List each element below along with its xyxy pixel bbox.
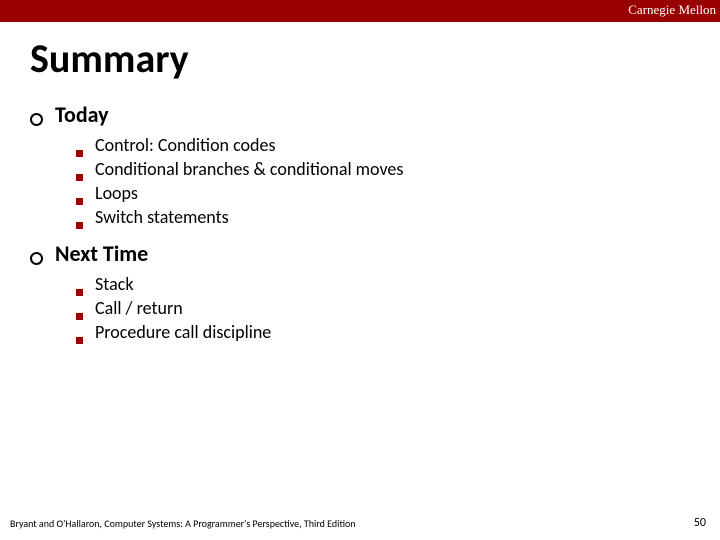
section-items: Control: Condition codes Conditional bra… [76, 134, 720, 228]
header-bar: Carnegie Mellon [0, 0, 720, 22]
square-bullet-icon [76, 174, 83, 181]
section-row: Today [30, 101, 720, 128]
item-text: Loops [95, 182, 138, 204]
slide-title: Summary [30, 34, 720, 83]
list-item: Procedure call discipline [76, 321, 720, 343]
item-text: Conditional branches & conditional moves [95, 158, 403, 180]
section-row: Next Time [30, 240, 720, 267]
item-text: Stack [95, 273, 134, 295]
circle-bullet-icon [30, 252, 43, 265]
page-number: 50 [694, 516, 706, 530]
square-bullet-icon [76, 313, 83, 320]
square-bullet-icon [76, 289, 83, 296]
square-bullet-icon [76, 337, 83, 344]
section-heading: Next Time [55, 240, 148, 267]
list-item: Conditional branches & conditional moves [76, 158, 720, 180]
square-bullet-icon [76, 222, 83, 229]
item-text: Control: Condition codes [95, 134, 276, 156]
org-label: Carnegie Mellon [628, 2, 716, 18]
square-bullet-icon [76, 198, 83, 205]
circle-bullet-icon [30, 113, 43, 126]
list-item: Call / return [76, 297, 720, 319]
section-items: Stack Call / return Procedure call disci… [76, 273, 720, 343]
square-bullet-icon [76, 150, 83, 157]
list-item: Stack [76, 273, 720, 295]
footer-citation: Bryant and O'Hallaron, Computer Systems:… [10, 517, 356, 530]
item-text: Procedure call discipline [95, 321, 271, 343]
section-heading: Today [55, 101, 109, 128]
item-text: Call / return [95, 297, 183, 319]
item-text: Switch statements [95, 206, 229, 228]
list-item: Loops [76, 182, 720, 204]
list-item: Control: Condition codes [76, 134, 720, 156]
list-item: Switch statements [76, 206, 720, 228]
slide-content: Today Control: Condition codes Condition… [30, 101, 720, 343]
